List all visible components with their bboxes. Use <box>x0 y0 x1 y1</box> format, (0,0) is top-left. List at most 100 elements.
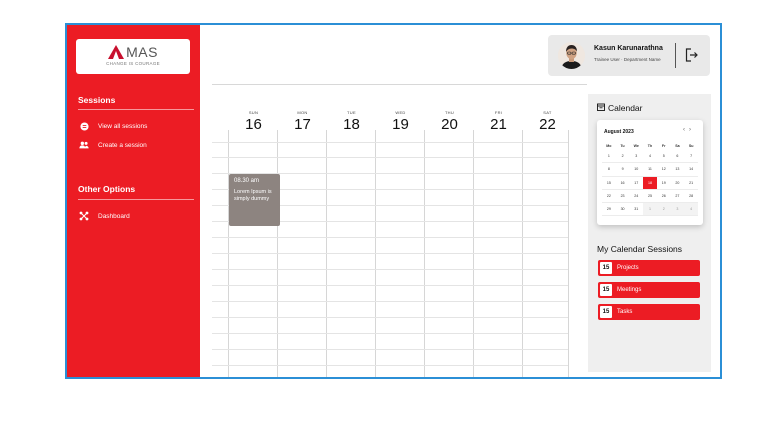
day-name: TUE <box>347 110 356 115</box>
grid-line <box>212 269 568 270</box>
grid-line <box>212 142 568 143</box>
calendar-day[interactable]: 29 <box>602 203 616 217</box>
calendar-day[interactable]: 7 <box>684 150 698 164</box>
day-number: 19 <box>392 116 409 133</box>
user-role: Trainee User · Department Name <box>594 57 661 62</box>
calendar-day[interactable]: 4 <box>643 150 657 164</box>
calendar-day[interactable]: 14 <box>684 163 698 177</box>
calendar-day[interactable]: 11 <box>643 163 657 177</box>
logout-icon[interactable] <box>685 48 698 67</box>
day-number: 18 <box>343 116 360 133</box>
mas-logo[interactable]: MAS CHANGE IS COURAGE <box>76 39 190 74</box>
calendar-day[interactable]: 17 <box>629 177 644 190</box>
calendar-day[interactable]: 2 <box>615 150 630 164</box>
other-options-section-title: Other Options <box>78 184 136 194</box>
day-header-wed[interactable]: WED 19 <box>376 110 425 133</box>
calendar-day[interactable]: 21 <box>684 177 698 190</box>
app-window: MAS CHANGE IS COURAGE Sessions View all … <box>65 23 722 379</box>
view-sessions-icon <box>79 121 89 131</box>
calendar-day[interactable]: 15 <box>602 177 616 190</box>
sidebar-item-label: Create a session <box>98 141 147 149</box>
divider <box>212 84 587 85</box>
calendar-icon <box>597 103 605 113</box>
session-label: Projects <box>617 265 639 271</box>
divider <box>675 43 676 68</box>
calendar-day[interactable]: 9 <box>615 163 630 177</box>
sidebar-item-view-all-sessions[interactable]: View all sessions <box>79 121 147 131</box>
chevron-right-icon[interactable]: › <box>689 127 695 133</box>
session-meetings-button[interactable]: 15 Meetings <box>598 282 700 298</box>
session-tasks-button[interactable]: 15 Tasks <box>598 304 700 320</box>
day-name: FRI <box>494 110 503 115</box>
day-header-thu[interactable]: THU 20 <box>425 110 474 133</box>
session-label: Meetings <box>617 287 642 293</box>
mini-calendar-grid: Mo Tu We Th Fr Sa Su 1 2 3 4 5 6 7 8 9 10 11 12 13 14… <box>602 142 698 217</box>
event-time: 08.30 am <box>234 178 260 184</box>
calendar-day[interactable]: 30 <box>615 203 630 217</box>
calendar-day[interactable]: 10 <box>629 163 644 177</box>
grid-line <box>212 317 568 318</box>
calendar-day[interactable]: 28 <box>684 190 698 204</box>
month-nav: ‹› <box>683 127 695 133</box>
calendar-day[interactable]: 31 <box>629 203 644 217</box>
calendar-day[interactable]: 24 <box>629 190 644 204</box>
day-number: 17 <box>294 116 311 133</box>
sidebar-item-create-session[interactable]: Create a session <box>79 140 147 150</box>
day-number: 16 <box>245 116 262 133</box>
session-label: Tasks <box>617 309 633 315</box>
mini-calendar-month: August 2023 <box>604 129 634 135</box>
right-panel: Calendar August 2023 ‹› Mo Tu We Th Fr S… <box>588 94 711 372</box>
avatar <box>558 42 585 69</box>
calendar-event[interactable]: 08.30 am Lorem Ipsum is simply dummy <box>229 174 280 226</box>
day-header-fri[interactable]: FRI 21 <box>474 110 523 133</box>
day-number: 20 <box>441 116 458 133</box>
weekday-label: Th <box>647 144 653 148</box>
user-profile-card[interactable]: Kasun Karunarathna Trainee User · Depart… <box>548 35 710 76</box>
calendar-day[interactable]: 22 <box>602 190 616 204</box>
grid-line <box>212 237 568 238</box>
calendar-day[interactable]: 1 <box>602 150 616 164</box>
calendar-title-text: Calendar <box>608 103 643 113</box>
day-number: 21 <box>490 116 507 133</box>
day-header-sat[interactable]: SAT 22 <box>523 110 572 133</box>
week-view: SUN 16 MON 17 TUE 18 WED 19 THU 20 FRI 2… <box>200 25 587 377</box>
calendar-day[interactable]: 6 <box>670 150 685 164</box>
calendar-day[interactable]: 5 <box>656 150 671 164</box>
sidebar-item-label: Dashboard <box>98 212 130 220</box>
day-name: THU <box>444 110 455 115</box>
calendar-day[interactable]: 23 <box>615 190 630 204</box>
calendar-day[interactable]: 13 <box>670 163 685 177</box>
sidebar: MAS CHANGE IS COURAGE Sessions View all … <box>67 25 200 377</box>
calendar-day[interactable]: 12 <box>656 163 671 177</box>
weekday-label: Mo <box>606 144 612 148</box>
calendar-title: Calendar <box>597 103 643 113</box>
calendar-day[interactable]: 16 <box>615 177 630 190</box>
sidebar-item-dashboard[interactable]: Dashboard <box>79 211 130 221</box>
sessions-section-title: Sessions <box>78 95 116 105</box>
calendar-day[interactable]: 26 <box>656 190 671 204</box>
calendar-day[interactable]: 2 <box>656 203 671 217</box>
calendar-day[interactable]: 8 <box>602 163 616 177</box>
weekday-label: We <box>633 144 639 148</box>
grid-line <box>568 130 569 377</box>
calendar-day[interactable]: 1 <box>643 203 657 217</box>
mas-logo-mark-icon <box>108 45 125 59</box>
session-count: 15 <box>600 284 612 296</box>
calendar-day[interactable]: 19 <box>656 177 671 190</box>
calendar-day[interactable]: 20 <box>670 177 685 190</box>
calendar-day[interactable]: 18 <box>643 176 657 190</box>
calendar-day[interactable]: 4 <box>684 203 698 217</box>
calendar-day[interactable]: 27 <box>670 190 685 204</box>
session-projects-button[interactable]: 15 Projects <box>598 260 700 276</box>
grid-line <box>212 253 568 254</box>
day-number: 22 <box>539 116 556 133</box>
day-header-mon[interactable]: MON 17 <box>278 110 327 133</box>
day-header-sun[interactable]: SUN 16 <box>229 110 278 133</box>
session-count: 15 <box>600 262 612 274</box>
calendar-day[interactable]: 25 <box>643 190 657 204</box>
sidebar-item-label: View all sessions <box>98 122 148 130</box>
day-header-tue[interactable]: TUE 18 <box>327 110 376 133</box>
divider <box>78 109 194 110</box>
calendar-day[interactable]: 3 <box>629 150 644 164</box>
calendar-day[interactable]: 3 <box>670 203 685 217</box>
